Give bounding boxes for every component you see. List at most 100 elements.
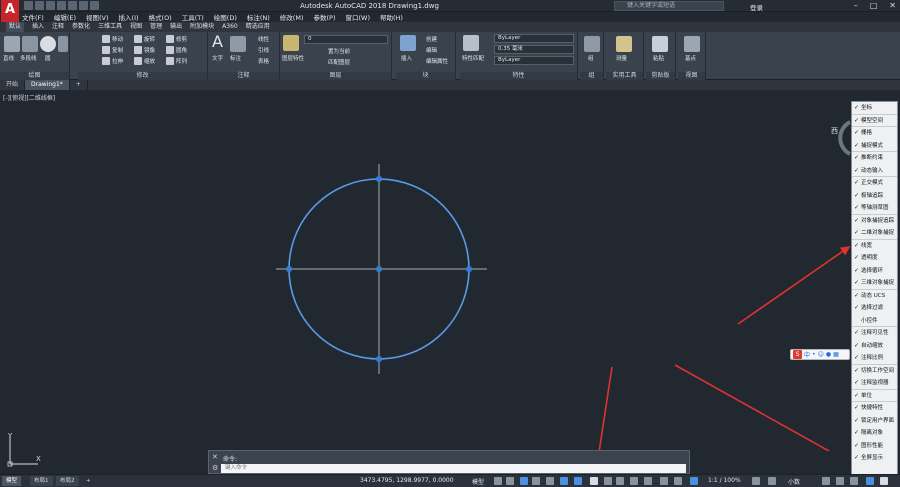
login-link[interactable]: 登录 (750, 2, 763, 12)
minimize-icon[interactable]: – (854, 1, 858, 10)
close-icon[interactable]: ✕ (889, 1, 896, 10)
trim-button[interactable]: 修剪 (176, 35, 187, 43)
custom-menu-item-25[interactable]: ✓ 锁定用户界面 (852, 415, 897, 428)
lineweight-icon[interactable] (590, 477, 598, 485)
annotation-visibility-icon[interactable] (690, 477, 698, 485)
paste-icon[interactable] (652, 36, 668, 52)
mirror-button[interactable]: 镜像 (144, 46, 155, 54)
layer-properties-button[interactable]: 图层特性 (282, 54, 304, 62)
menu-item-7[interactable]: 标注(N) (247, 12, 270, 22)
edit-block-button[interactable]: 编辑 (426, 46, 437, 54)
saveas-icon[interactable] (57, 1, 66, 10)
base-button[interactable]: 基点 (685, 54, 696, 62)
edit-attribute-button[interactable]: 编辑属性 (426, 57, 448, 65)
custom-menu-item-15[interactable]: ✓ 动态 UCS (852, 290, 897, 303)
base-icon[interactable] (684, 36, 700, 52)
lineweight-dropdown[interactable]: 0.35 毫米 (494, 45, 574, 54)
panel-title-groups[interactable]: 组 (580, 72, 603, 80)
new-icon[interactable] (24, 1, 33, 10)
workspace-switch-icon[interactable] (752, 477, 760, 485)
scale-button[interactable]: 缩放 (144, 57, 155, 65)
panel-title-utilities[interactable]: 实用工具 (606, 72, 643, 80)
group-button[interactable]: 组 (588, 54, 594, 62)
circle-button[interactable]: 圆 (45, 54, 51, 62)
linetype-dropdown[interactable]: ByLayer (494, 56, 574, 65)
polyline-icon[interactable] (22, 36, 38, 52)
custom-menu-item-4[interactable]: ✓ 推断约束 (852, 152, 897, 165)
custom-menu-item-24[interactable]: ✓ 快捷特性 (852, 402, 897, 415)
custom-menu-item-14[interactable]: ✓ 三维对象捕捉 (852, 277, 897, 290)
selection-cycling-icon[interactable] (616, 477, 624, 485)
ribbon-tab-0[interactable]: 默认 (6, 22, 25, 32)
custom-menu-item-17[interactable]: 小控件 (852, 315, 897, 327)
custom-menu-item-23[interactable]: ✓ 单位 (852, 390, 897, 402)
custom-menu-item-27[interactable]: ✓ 图形性能 (852, 440, 897, 453)
otrack-icon[interactable] (560, 477, 568, 485)
make-current-button[interactable]: 置为当前 (328, 47, 350, 55)
model-space-button[interactable]: 模型 (472, 477, 484, 486)
leader-button[interactable]: 引线 (258, 46, 269, 54)
selection-filter-icon[interactable] (660, 477, 668, 485)
match-layer-button[interactable]: 匹配图层 (328, 58, 350, 66)
menu-item-4[interactable]: 格式(O) (149, 12, 172, 22)
3dosnap-icon[interactable] (630, 477, 638, 485)
graphics-performance-icon[interactable] (866, 477, 874, 485)
ribbon-tab-7[interactable]: 输出 (170, 22, 182, 32)
search-input[interactable]: 键入关键字或短语 (614, 1, 724, 11)
isolate-objects-icon[interactable] (850, 477, 858, 485)
add-layout-icon[interactable]: + (82, 476, 95, 486)
open-icon[interactable] (35, 1, 44, 10)
redo-icon[interactable] (90, 1, 99, 10)
measure-icon[interactable] (616, 36, 632, 52)
polyline-button[interactable]: 多段线 (20, 54, 37, 62)
ime-keyboard-icon[interactable]: ▦ (833, 351, 839, 358)
maximize-icon[interactable]: □ (870, 1, 878, 10)
panel-title-draw[interactable]: 绘图 (0, 72, 69, 80)
ribbon-tab-2[interactable]: 注释 (52, 22, 64, 32)
line-icon[interactable] (4, 36, 20, 52)
match-properties-button[interactable]: 特性匹配 (462, 54, 484, 62)
layer-dropdown[interactable]: 0 (304, 35, 388, 44)
layout-tab-2[interactable]: 布局2 (56, 476, 79, 486)
array-button[interactable]: 阵列 (176, 57, 187, 65)
snap-icon[interactable] (506, 477, 514, 485)
file-tab-start[interactable]: 开始 (0, 80, 26, 90)
custom-menu-item-10[interactable]: ✓ 二维对象捕捉 (852, 227, 897, 240)
fillet-button[interactable]: 圆角 (176, 46, 187, 54)
panel-title-modify[interactable]: 修改 (78, 72, 207, 80)
coordinates-readout[interactable]: 3473.4795, 1298.9977, 0.0000 (360, 477, 454, 484)
insert-block-button[interactable]: 插入 (401, 54, 412, 62)
move-button[interactable]: 移动 (112, 35, 123, 43)
custom-menu-item-16[interactable]: ✓ 选择过滤 (852, 302, 897, 315)
ribbon-tab-6[interactable]: 管理 (150, 22, 162, 32)
ribbon-tab-4[interactable]: 三维工具 (98, 22, 122, 32)
ime-mic-icon[interactable]: ● (826, 351, 831, 358)
osnap-icon[interactable] (574, 477, 582, 485)
group-icon[interactable] (584, 36, 600, 52)
custom-menu-item-11[interactable]: ✓ 线宽 (852, 240, 897, 253)
drawing-canvas[interactable] (0, 91, 900, 451)
custom-menu-item-19[interactable]: ✓ 自动缩放 (852, 340, 897, 353)
layout-tab-model[interactable]: 模型 (2, 476, 22, 486)
panel-title-layers[interactable]: 图层 (280, 72, 391, 80)
panel-title-view[interactable]: 视图 (678, 72, 705, 80)
line-button[interactable]: 直线 (3, 54, 14, 62)
circle-icon[interactable] (40, 36, 56, 52)
menu-item-5[interactable]: 工具(T) (182, 12, 204, 22)
dimension-button[interactable]: 标注 (230, 54, 241, 62)
custom-menu-item-22[interactable]: ✓ 注释监视器 (852, 377, 897, 390)
panel-title-block[interactable]: 块 (396, 72, 455, 80)
table-button[interactable]: 表格 (258, 57, 269, 65)
plot-icon[interactable] (68, 1, 77, 10)
linear-button[interactable]: 线性 (258, 35, 269, 43)
text-icon[interactable]: A (212, 32, 223, 51)
copy-button[interactable]: 复制 (112, 46, 123, 54)
polar-icon[interactable] (532, 477, 540, 485)
stretch-button[interactable]: 拉伸 (112, 57, 123, 65)
ribbon-tab-8[interactable]: 附加模块 (190, 22, 214, 32)
dynamic-ucs-icon[interactable] (644, 477, 652, 485)
arc-icon[interactable] (58, 36, 68, 52)
new-tab-icon[interactable]: + (70, 80, 88, 90)
command-customize-icon[interactable]: ⚙ (212, 464, 218, 472)
file-tab-drawing1[interactable]: Drawing1* (25, 80, 70, 90)
